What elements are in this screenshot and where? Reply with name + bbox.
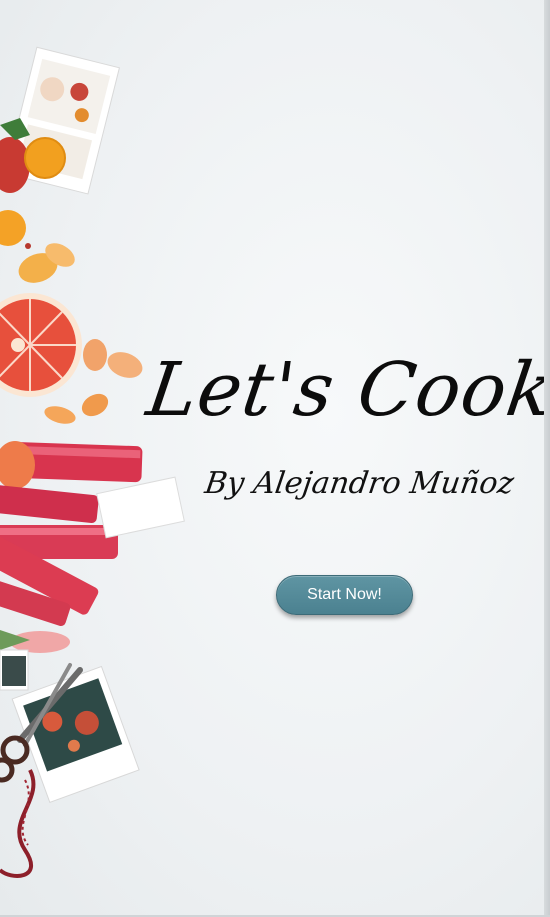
scrollbar-edge bbox=[544, 0, 550, 917]
author-byline: By Alejandro Muñoz bbox=[202, 466, 516, 501]
food-decoration-image bbox=[0, 46, 185, 878]
landing-page: Let's Cook! By Alejandro Muñoz Start Now… bbox=[0, 0, 550, 917]
page-title: Let's Cook! bbox=[141, 347, 550, 433]
start-now-button[interactable]: Start Now! bbox=[276, 575, 413, 615]
